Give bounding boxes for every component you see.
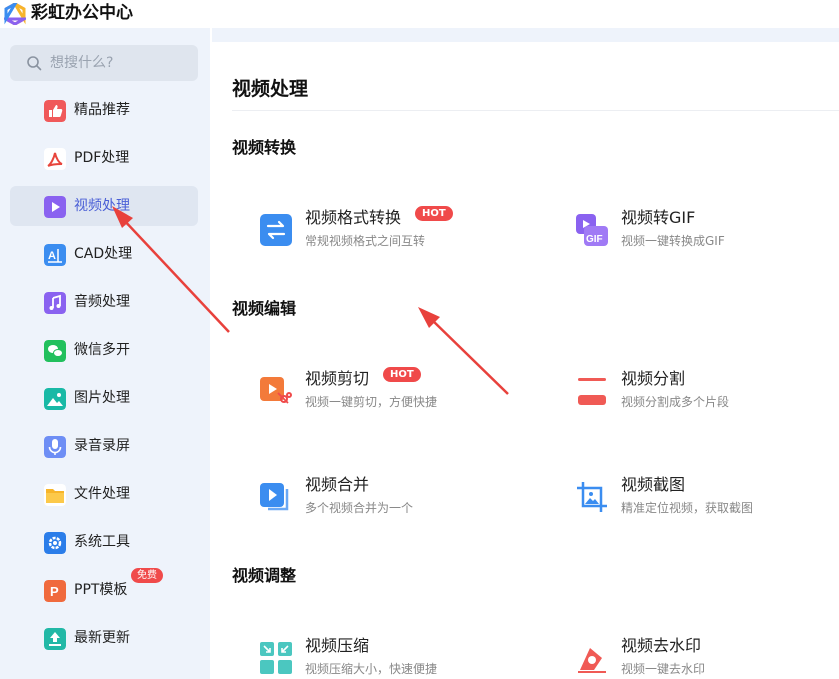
sidebar-item-latest-updates[interactable]: 最新更新 (10, 618, 198, 658)
svg-text:P: P (50, 584, 59, 599)
cad-icon: A (44, 244, 66, 266)
video-scissors-icon (260, 377, 292, 404)
sidebar-item-label: 音频处理 (74, 294, 130, 310)
sidebar-item-label: 微信多开 (74, 342, 130, 358)
section-title-video-adjust: 视频调整 (232, 566, 297, 585)
hot-badge: HOT (415, 206, 453, 221)
sidebar-item-file[interactable]: 文件处理 (10, 474, 198, 514)
section-title-video-convert: 视频转换 (232, 138, 297, 157)
gif-icon: GIF (576, 214, 608, 246)
sidebar-item-recording[interactable]: 录音录屏 (10, 426, 198, 466)
compress-icon (260, 642, 292, 674)
music-note-icon (44, 292, 66, 314)
sidebar-item-label: 精品推荐 (74, 102, 130, 118)
tool-desc: 视频压缩大小，快速便捷 (305, 662, 438, 676)
tool-desc: 多个视频合并为一个 (305, 501, 414, 515)
ppt-icon: P (44, 580, 66, 602)
sidebar-item-label: 系统工具 (74, 534, 130, 550)
sidebar-item-label: 录音录屏 (74, 438, 130, 454)
tool-name: 视频压缩 (305, 636, 370, 655)
microphone-icon (44, 436, 66, 458)
section-title-video-edit: 视频编辑 (232, 299, 297, 318)
sidebar-item-label: 文件处理 (74, 486, 130, 502)
hot-badge: HOT (383, 367, 421, 382)
sidebar-item-pdf[interactable]: PDF处理 (10, 138, 198, 178)
tool-video-remove-watermark[interactable]: 视频去水印 视频一键去水印 (576, 636, 836, 679)
crop-image-icon (577, 482, 607, 512)
tool-name: 视频分割 (621, 369, 686, 388)
sidebar: 想搜什么? 精品推荐 PDF处理 视频处理 A CAD处理 音频处理 微信多开 … (0, 28, 210, 679)
sidebar-item-label: PPT模板 (74, 582, 128, 598)
tool-name: 视频格式转换 (305, 208, 402, 227)
pdf-icon (44, 148, 66, 170)
upload-icon (44, 628, 66, 650)
sidebar-item-audio[interactable]: 音频处理 (10, 282, 198, 322)
watermark-eraser-icon (578, 648, 606, 673)
free-badge: 免费 (131, 568, 163, 583)
sidebar-item-image[interactable]: 图片处理 (10, 378, 198, 418)
tool-desc: 视频分割成多个片段 (621, 395, 730, 409)
sidebar-item-cad[interactable]: A CAD处理 (10, 234, 198, 274)
rainbow-logo-icon (4, 3, 26, 25)
tool-video-merge[interactable]: 视频合并 多个视频合并为一个 (260, 475, 520, 519)
svg-text:A: A (48, 250, 56, 262)
tool-desc: 精准定位视频，获取截图 (621, 501, 754, 515)
tool-name: 视频去水印 (621, 636, 702, 655)
sidebar-item-wechat[interactable]: 微信多开 (10, 330, 198, 370)
svg-text:GIF: GIF (586, 234, 603, 245)
sidebar-item-video[interactable]: 视频处理 (10, 186, 198, 226)
search-box[interactable]: 想搜什么? (10, 45, 198, 81)
play-icon (44, 196, 66, 218)
split-icon (578, 378, 606, 405)
sidebar-item-label: CAD处理 (74, 246, 133, 262)
tool-video-cut[interactable]: 视频剪切 HOT 视频一键剪切，方便快捷 (260, 367, 520, 413)
sidebar-item-ppt[interactable]: P PPT模板 免费 (10, 568, 198, 610)
page-title: 视频处理 (232, 78, 309, 100)
title-divider (232, 110, 839, 111)
search-input[interactable]: 想搜什么? (50, 54, 113, 72)
tool-desc: 视频一键剪切，方便快捷 (305, 395, 438, 409)
title-bar: 彩虹办公中心 (0, 0, 839, 28)
tool-video-to-gif[interactable]: GIF 视频转GIF 视频一键转换成GIF (576, 208, 836, 252)
main-panel: 视频处理 视频转换 视频格式转换 HOT 常规视频格式之间互转 GIF 视频转G… (212, 42, 839, 679)
tool-name: 视频转GIF (621, 208, 696, 227)
sidebar-item-label: PDF处理 (74, 150, 130, 166)
sidebar-item-recommended[interactable]: 精品推荐 (10, 90, 198, 130)
wechat-icon (44, 340, 66, 362)
sidebar-item-label: 视频处理 (74, 198, 130, 214)
tool-name: 视频合并 (305, 475, 370, 494)
sidebar-item-label: 图片处理 (74, 390, 130, 406)
main-top-strip (212, 28, 839, 42)
tool-name: 视频截图 (621, 475, 686, 494)
sidebar-item-system-tools[interactable]: 系统工具 (10, 522, 198, 562)
tool-desc: 视频一键转换成GIF (621, 234, 725, 248)
tool-name: 视频剪切 (305, 369, 370, 388)
tool-video-format-convert[interactable]: 视频格式转换 HOT 常规视频格式之间互转 (260, 206, 520, 252)
gear-icon (44, 532, 66, 554)
tool-video-compress[interactable]: 视频压缩 视频压缩大小，快速便捷 (260, 636, 520, 679)
merge-icon (260, 483, 289, 511)
sidebar-item-label: 最新更新 (74, 630, 130, 646)
app-title: 彩虹办公中心 (31, 3, 133, 23)
tool-desc: 常规视频格式之间互转 (305, 234, 426, 248)
search-icon (27, 56, 42, 71)
tool-video-split[interactable]: 视频分割 视频分割成多个片段 (576, 369, 836, 413)
tool-video-screenshot[interactable]: 视频截图 精准定位视频，获取截图 (576, 475, 836, 519)
tool-desc: 视频一键去水印 (621, 662, 706, 676)
image-icon (44, 388, 66, 410)
folder-icon (44, 484, 66, 506)
swap-arrows-icon (260, 214, 292, 246)
thumbs-up-icon (44, 100, 66, 122)
